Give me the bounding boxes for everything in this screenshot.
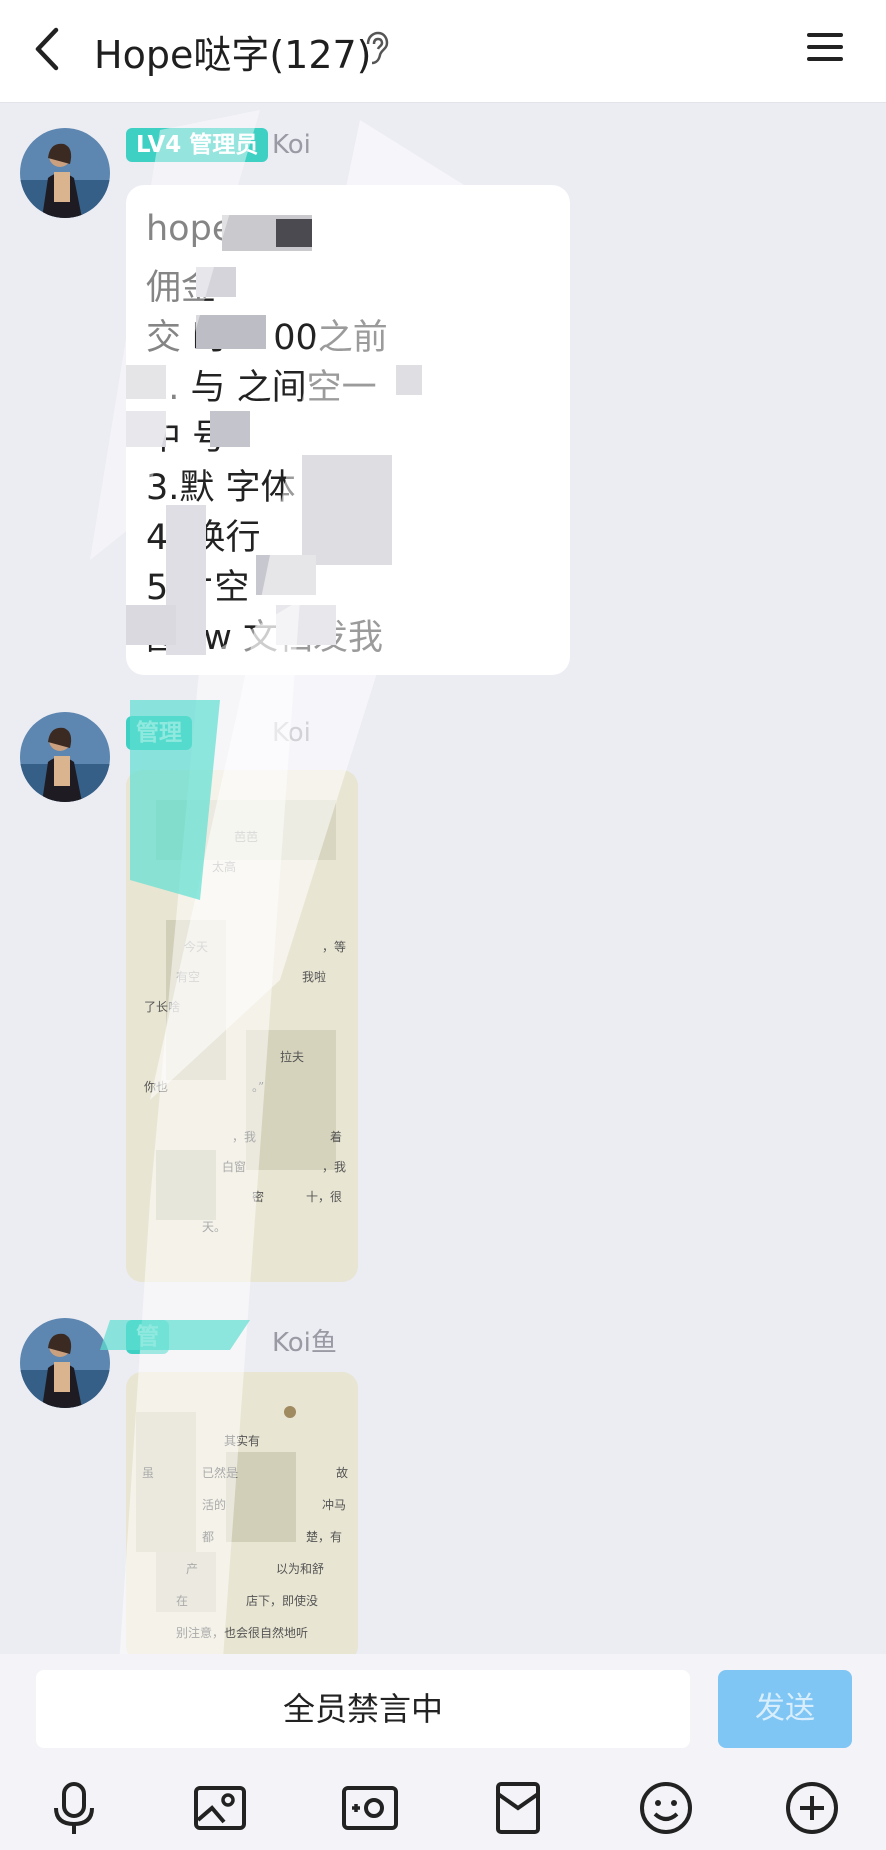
- image-text: ，等: [322, 940, 347, 954]
- admin-badge: 管: [126, 1320, 169, 1354]
- image-text: 芭芭: [234, 830, 259, 844]
- image-text: 白窗: [222, 1160, 247, 1174]
- mosaic-block: [196, 267, 236, 297]
- image-text: 产: [186, 1562, 199, 1576]
- image-text: 虽: [142, 1466, 155, 1480]
- send-button[interactable]: 发送: [718, 1670, 852, 1748]
- image-text: 已然是: [202, 1466, 239, 1480]
- mosaic-block: [156, 1150, 216, 1220]
- image-text: 着: [330, 1130, 343, 1144]
- mosaic-block: [196, 315, 266, 349]
- dot-icon: [284, 1406, 296, 1418]
- admin-badge: 管理: [126, 716, 192, 750]
- image-text: 店下，即使没: [246, 1594, 319, 1608]
- sender-name: Koi: [272, 718, 311, 748]
- image-text: 楚，有: [306, 1530, 343, 1544]
- sender-name: Koi: [272, 130, 311, 160]
- image-text: 其实有: [224, 1434, 261, 1448]
- image-text: 在: [176, 1594, 189, 1608]
- back-button[interactable]: [28, 24, 68, 74]
- muted-input-field[interactable]: 全员禁言中: [36, 1670, 690, 1748]
- image-text: 天。: [202, 1220, 227, 1234]
- mosaic-block: [126, 411, 166, 447]
- plus-icon: [786, 1782, 838, 1834]
- mosaic-block: [126, 365, 166, 399]
- image-text: 今天: [184, 940, 209, 954]
- avatar[interactable]: [20, 128, 110, 218]
- mosaic-block: [276, 219, 312, 247]
- image-text: ，我: [232, 1130, 257, 1144]
- emoji-icon: [640, 1782, 692, 1834]
- sender-name: Koi鱼: [272, 1328, 337, 1358]
- page-title: Hope哒字(127): [94, 33, 372, 77]
- image-message[interactable]: 其实有 虽 已然是 故 活的 冲马 都 楚，有 产 以为和舒 在 店下，即使没 …: [126, 1372, 358, 1662]
- hamburger-menu-icon: [807, 33, 843, 61]
- image-text: 活的: [202, 1498, 227, 1512]
- avatar[interactable]: [20, 1318, 110, 1408]
- avatar[interactable]: [20, 712, 110, 802]
- plus-button[interactable]: [782, 1778, 842, 1838]
- mosaic-block: [302, 455, 392, 565]
- image-text: 了长啥: [144, 1000, 181, 1014]
- admin-badge: LV4 管理员: [126, 128, 269, 162]
- message-line: 1. 与 之间空一: [146, 368, 377, 408]
- microphone-icon: [54, 1782, 94, 1834]
- chat-header: Hope哒字(127): [0, 0, 886, 103]
- emoji-button[interactable]: [636, 1778, 696, 1838]
- red-packet-button[interactable]: [488, 1778, 548, 1838]
- image-button[interactable]: [190, 1778, 250, 1838]
- mosaic-block: [210, 411, 250, 447]
- image-text: 别注意，也会很自然地听: [176, 1626, 309, 1640]
- mosaic-block: [126, 605, 176, 645]
- image-icon: [194, 1786, 246, 1830]
- image-text: 十，很: [306, 1190, 343, 1204]
- red-packet-icon: [496, 1782, 540, 1834]
- image-text: 都: [202, 1530, 215, 1544]
- camera-icon: [342, 1786, 398, 1830]
- mosaic-block: [396, 365, 422, 395]
- image-text: 故: [336, 1466, 349, 1480]
- image-text: 有空: [176, 970, 201, 984]
- mosaic-block: [256, 555, 316, 595]
- camera-button[interactable]: [340, 1778, 400, 1838]
- message-line: 交 时 ：00之前: [146, 318, 388, 358]
- image-text: 冲马: [322, 1498, 347, 1512]
- image-text: 以为和舒: [276, 1562, 325, 1576]
- image-text: 密: [252, 1190, 265, 1204]
- image-text: 。”: [252, 1080, 265, 1094]
- ear-icon[interactable]: [362, 30, 390, 66]
- image-text: 太高: [212, 860, 237, 874]
- image-text: 我啦: [302, 970, 327, 984]
- image-text: 拉夫: [280, 1050, 305, 1064]
- chat-screen: Hope哒字(127) LV4 管理员 Koi hope 佣金 交 时 ：00之…: [0, 0, 886, 1850]
- image-message[interactable]: 芭芭 太高 今天 ，等 有空 我啦 了长啥 拉夫 你也 。” ，我 着 白窗 ，…: [126, 770, 358, 1282]
- message-line: hope: [146, 209, 234, 249]
- input-bar: 全员禁言中 发送: [0, 1654, 886, 1850]
- message-bubble[interactable]: hope 佣金 交 时 ：00之前 1. 与 之间空一 中 号 3.默 字体（ …: [126, 185, 570, 675]
- image-text: ，我: [322, 1160, 347, 1174]
- image-text: 你也: [144, 1080, 169, 1094]
- mosaic-block: [136, 1412, 196, 1552]
- chevron-left-icon: [35, 27, 59, 71]
- menu-button[interactable]: [806, 30, 844, 64]
- microphone-button[interactable]: [44, 1778, 104, 1838]
- mosaic-block: [276, 605, 336, 645]
